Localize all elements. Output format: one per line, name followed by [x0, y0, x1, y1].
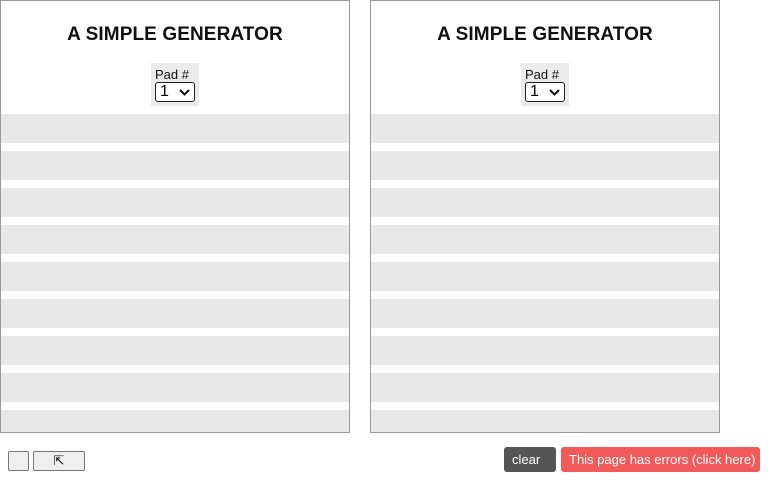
pad-row[interactable] [371, 188, 719, 217]
pad-row[interactable] [371, 114, 719, 143]
pad-row[interactable] [1, 151, 349, 180]
pad-row[interactable] [1, 410, 349, 432]
pad-row[interactable] [371, 336, 719, 365]
panel-title: A SIMPLE GENERATOR [437, 24, 653, 45]
clear-button[interactable]: clear [504, 447, 556, 472]
pad-select-value: 1 [160, 83, 169, 100]
pad-row[interactable] [371, 151, 719, 180]
pad-row[interactable] [1, 336, 349, 365]
expand-button[interactable]: ⇱ [33, 451, 85, 471]
pad-row[interactable] [1, 188, 349, 217]
arrow-up-left-icon: ⇱ [53, 453, 65, 468]
pad-selector-group: Pad # 1 [151, 63, 199, 106]
errors-label: This page has errors (click here) [569, 452, 756, 467]
panel-title: A SIMPLE GENERATOR [67, 24, 283, 45]
pad-label: Pad # [155, 67, 189, 82]
pad-row[interactable] [1, 114, 349, 143]
pad-label: Pad # [525, 67, 559, 82]
clear-label: clear [512, 452, 541, 467]
generator-panel-left: A SIMPLE GENERATOR Pad # 1 [0, 0, 350, 433]
pad-row[interactable] [371, 373, 719, 402]
pad-select-value: 1 [530, 83, 539, 100]
pad-select[interactable]: 1 [525, 82, 565, 102]
pad-row[interactable] [371, 299, 719, 328]
toggle-button[interactable] [8, 451, 29, 471]
page-errors-button[interactable]: This page has errors (click here) [561, 447, 760, 472]
pad-row[interactable] [1, 299, 349, 328]
pad-row[interactable] [371, 410, 719, 432]
pad-row[interactable] [371, 225, 719, 254]
pad-row[interactable] [1, 262, 349, 291]
pad-row[interactable] [1, 373, 349, 402]
pad-select[interactable]: 1 [155, 82, 195, 102]
pad-row[interactable] [1, 225, 349, 254]
pad-selector-group: Pad # 1 [521, 63, 569, 106]
generator-panel-right: A SIMPLE GENERATOR Pad # 1 [370, 0, 720, 433]
pad-row[interactable] [371, 262, 719, 291]
